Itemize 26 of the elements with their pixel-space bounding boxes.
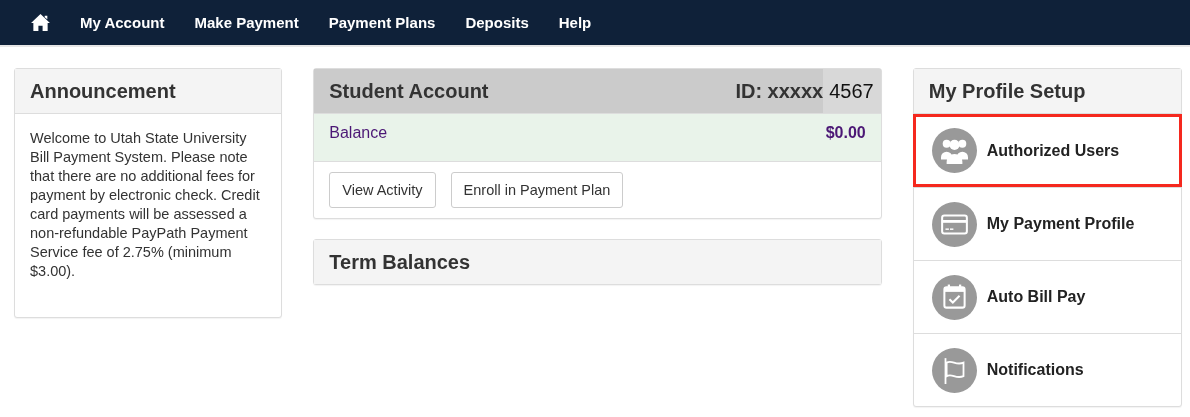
nav-link[interactable]: Deposits — [465, 14, 529, 31]
panel-title: Announcement — [30, 79, 176, 103]
credit-card-icon — [931, 201, 977, 247]
announcement-text: Welcome to Utah State University Bill Payment System. Please note that there are no additional fees for payment by electronic check. Credit card payments will be assessed a non-refundable PayPath Payment Service fee of 2.75% (minimum $3.00). — [30, 129, 261, 281]
nav-link[interactable]: Help — [558, 14, 592, 31]
balance-amount: $0.00 — [825, 124, 866, 143]
profile-menu-item[interactable]: My Payment Profile — [913, 187, 1181, 260]
users-icon — [931, 128, 977, 173]
calendar-check-icon — [931, 274, 977, 320]
home-icon — [30, 13, 51, 32]
profile-menu-item[interactable]: Auto Bill Pay — [913, 260, 1181, 333]
profile-menu-item[interactable]: Authorized Users — [912, 114, 1182, 187]
action-button[interactable]: Enroll in Payment Plan — [450, 172, 624, 208]
nav-link[interactable]: My Account — [80, 14, 165, 31]
account-id-value: 4567 — [823, 69, 881, 113]
nav-link[interactable]: Payment Plans — [328, 14, 436, 31]
panel-title: My Profile Setup — [928, 79, 1086, 103]
panel-title: Term Balances — [329, 250, 471, 274]
flag-icon — [931, 347, 977, 393]
action-button[interactable]: View Activity — [329, 172, 436, 208]
panel-title: Student Account — [329, 79, 489, 103]
nav-link[interactable]: Make Payment — [194, 14, 299, 31]
home-link[interactable] — [30, 13, 51, 32]
account-id-label: ID: xxxxx — [735, 79, 824, 103]
profile-menu-item[interactable]: Notifications — [913, 333, 1181, 406]
balance-label: Balance — [329, 124, 388, 143]
